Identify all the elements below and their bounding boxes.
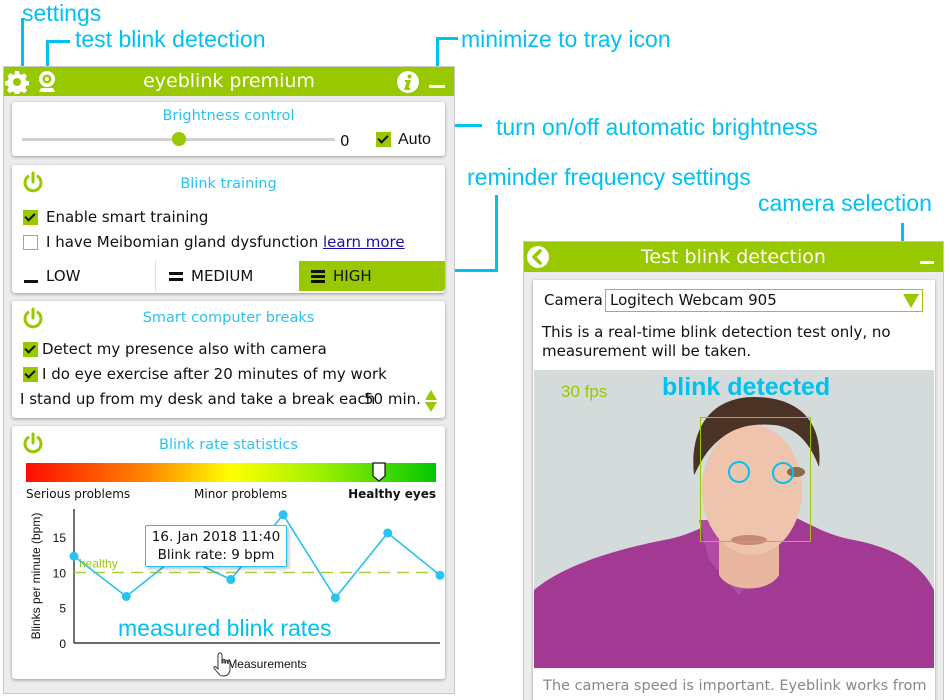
- dropdown-arrow-icon[interactable]: [903, 294, 919, 308]
- frequency-medium-label: MEDIUM: [191, 267, 254, 285]
- minimize-button[interactable]: [429, 85, 445, 88]
- info-icon[interactable]: [396, 70, 420, 94]
- blink-training-panel: Blink training Enable smart training I h…: [12, 165, 445, 293]
- tooltip-date: 16. Jan 2018 11:40: [151, 529, 281, 545]
- right-eye-marker: [772, 462, 794, 484]
- callout-line: [46, 40, 70, 43]
- test-minimize-button[interactable]: [920, 261, 934, 264]
- test-title-bar: Test blink detection: [524, 242, 943, 272]
- auto-brightness-label: Auto: [398, 131, 431, 148]
- break-interval-value[interactable]: 50 min.: [364, 390, 421, 408]
- tooltip-rate: Blink rate: 9 bpm: [157, 547, 275, 563]
- frequency-low-button[interactable]: LOW: [12, 261, 156, 291]
- callout-minimize: minimize to tray icon: [461, 26, 671, 52]
- camera-label: Camera: [544, 291, 603, 309]
- callout-line: [21, 18, 24, 72]
- brightness-value: 0: [340, 132, 350, 150]
- interval-stepper[interactable]: [424, 389, 438, 413]
- face-detection-box: [700, 417, 811, 542]
- statistics-panel: Blink rate statistics Serious problems M…: [12, 426, 445, 679]
- data-point: [226, 575, 236, 585]
- frequency-high-label: HIGH: [333, 267, 372, 285]
- callout-line: [495, 195, 498, 272]
- brightness-panel: Brightness control 0 Auto: [12, 102, 445, 156]
- data-point: [69, 551, 79, 561]
- eye-exercise-label: I do eye exercise after 20 minutes of my…: [42, 365, 387, 383]
- y-tick-label: 15: [53, 531, 67, 545]
- left-eye-marker: [728, 461, 750, 483]
- data-point: [435, 570, 445, 580]
- test-blink-window: Test blink detection Camera Logitech Web…: [523, 241, 944, 700]
- camera-select[interactable]: Logitech Webcam 905: [605, 289, 923, 312]
- medium-bars-icon: [169, 271, 183, 281]
- hand-cursor-icon: [213, 652, 231, 677]
- eye-exercise-checkbox[interactable]: [23, 367, 38, 382]
- healthy-reference-label: healthy: [79, 556, 118, 570]
- frequency-medium-button[interactable]: MEDIUM: [157, 261, 299, 291]
- health-scale-marker: [371, 462, 386, 482]
- chart-tooltip: 16. Jan 2018 11:40 Blink rate: 9 bpm: [145, 525, 287, 567]
- camera-select-value: Logitech Webcam 905: [610, 291, 777, 309]
- high-bars-icon: [311, 269, 325, 283]
- smart-training-checkbox[interactable]: [23, 210, 38, 225]
- y-tick-label: 5: [59, 602, 66, 616]
- smart-breaks-title: Smart computer breaks: [142, 310, 315, 326]
- smart-training-label: Enable smart training: [46, 208, 209, 226]
- y-tick-label: 0: [59, 637, 66, 651]
- statistics-title: Blink rate statistics: [159, 437, 298, 453]
- y-axis-label: Blinks per minute (bpm): [29, 513, 43, 640]
- callout-settings: settings: [22, 0, 102, 26]
- app-title: eyeblink premium: [143, 70, 315, 92]
- camera-preview: 30 fps blink detected: [534, 370, 934, 668]
- callout-camera-selection: camera selection: [758, 190, 932, 216]
- main-window: eyeblink premium Brightness control 0 Au…: [3, 66, 455, 694]
- data-point: [121, 591, 131, 601]
- camera-speed-note: The camera speed is important. Eyeblink …: [543, 678, 927, 694]
- callout-line: [436, 37, 439, 69]
- auto-brightness-checkbox[interactable]: [376, 132, 391, 147]
- frequency-high-button[interactable]: HIGH: [299, 261, 445, 291]
- callout-reminder: reminder frequency settings: [467, 164, 751, 190]
- data-point: [330, 593, 340, 603]
- data-point: [278, 510, 288, 520]
- test-panel: Camera Logitech Webcam 905 This is a rea…: [533, 280, 935, 700]
- smart-breaks-panel: Smart computer breaks Detect my presence…: [12, 301, 445, 418]
- callout-test-blink: test blink detection: [75, 26, 266, 52]
- blink-training-title: Blink training: [180, 176, 277, 192]
- brightness-slider-handle[interactable]: [171, 132, 186, 146]
- callout-line: [436, 37, 458, 40]
- stand-up-label: I stand up from my desk and take a break…: [20, 390, 376, 408]
- blink-status-label: blink detected: [662, 373, 831, 401]
- test-window-title: Test blink detection: [641, 246, 826, 268]
- camera-presence-label: Detect my presence also with camera: [42, 340, 327, 358]
- callout-auto-brightness: turn on/off automatic brightness: [496, 114, 818, 140]
- low-bars-icon: [24, 279, 38, 283]
- test-info-text: This is a real-time blink detection test…: [542, 323, 891, 360]
- x-axis-label: Measurements: [227, 657, 306, 671]
- callout-measured-rates: measured blink rates: [118, 615, 332, 641]
- camera-presence-checkbox[interactable]: [23, 342, 38, 357]
- y-tick-label: 10: [53, 566, 67, 580]
- title-bar: eyeblink premium: [4, 67, 454, 96]
- meibomian-label: I have Meibomian gland dysfunction learn…: [46, 233, 405, 251]
- data-point: [383, 528, 393, 538]
- frequency-low-label: LOW: [46, 267, 81, 285]
- learn-more-link[interactable]: learn more: [323, 233, 405, 251]
- meibomian-text: I have Meibomian gland dysfunction: [46, 233, 319, 251]
- brightness-title: Brightness control: [162, 108, 295, 124]
- meibomian-checkbox[interactable]: [23, 235, 38, 250]
- fps-label: 30 fps: [561, 382, 608, 401]
